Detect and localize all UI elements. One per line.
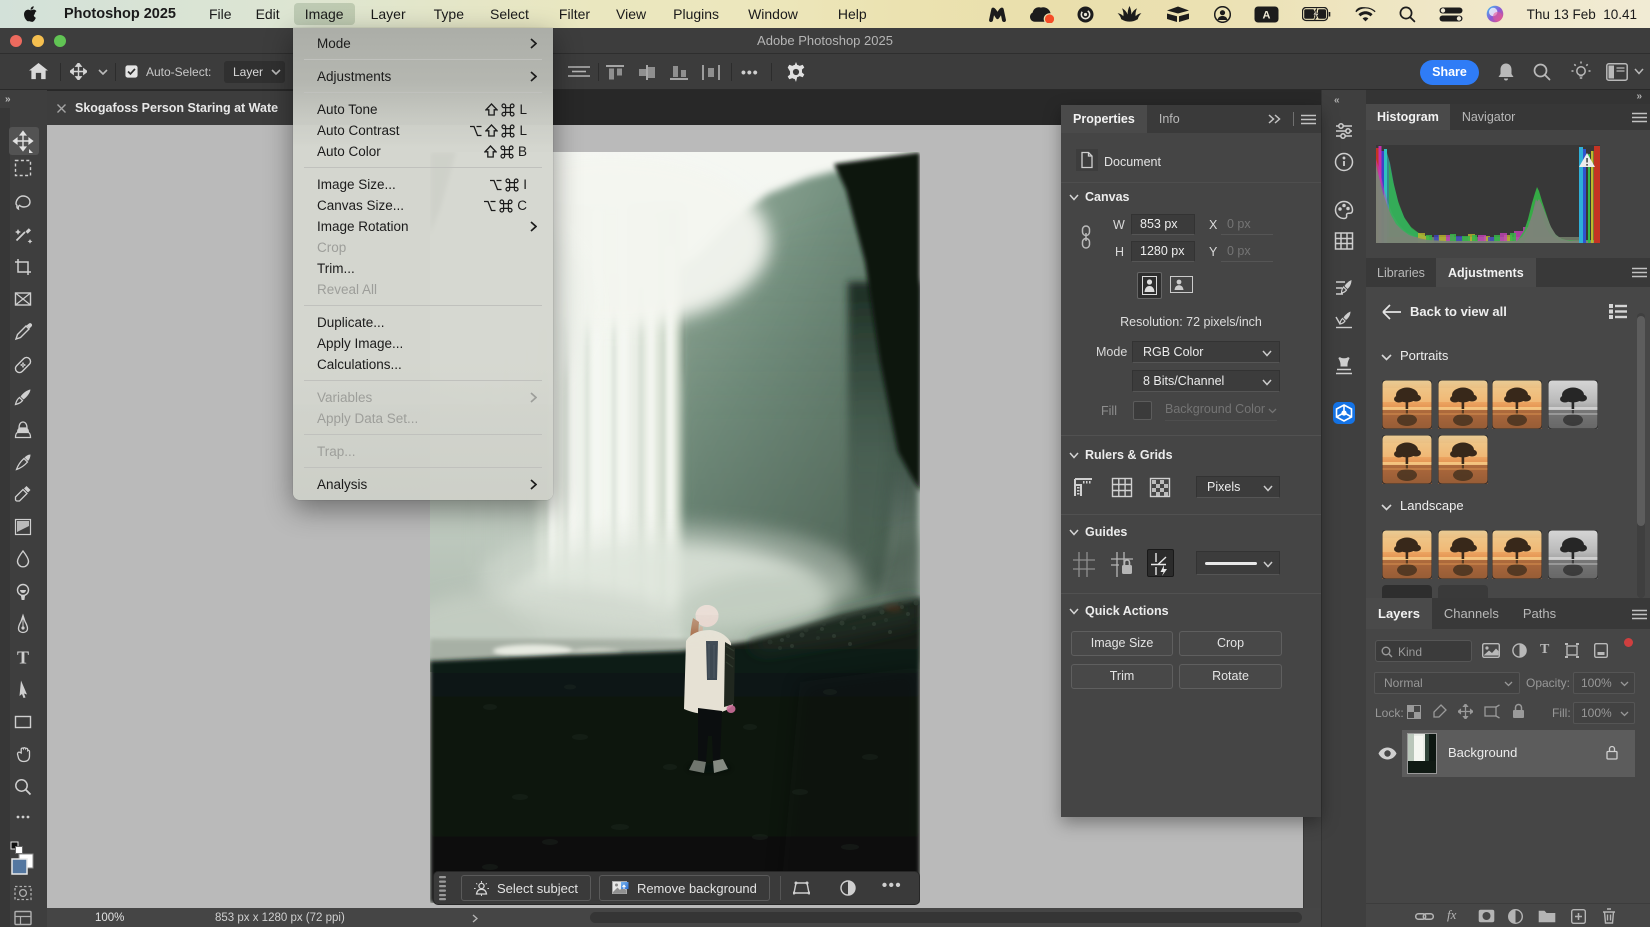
svg-text:T: T [17, 648, 29, 668]
svg-text:A: A [1262, 9, 1270, 21]
svg-text:«: « [1334, 95, 1340, 106]
svg-text:»: » [5, 94, 11, 105]
